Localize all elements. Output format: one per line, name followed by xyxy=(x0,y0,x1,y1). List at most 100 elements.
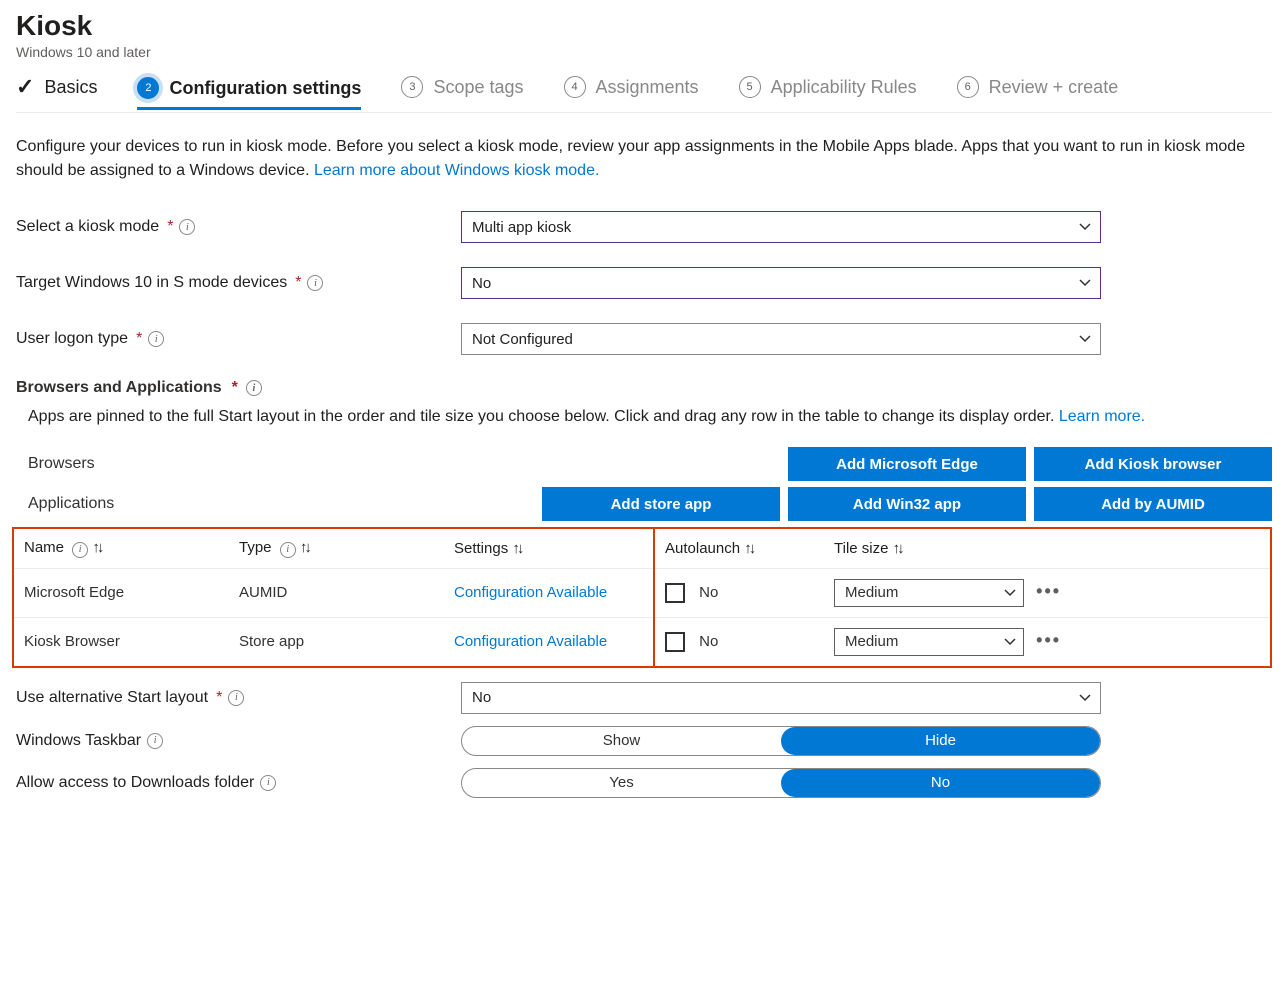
sort-arrows-icon[interactable]: ↑↓ xyxy=(893,540,902,557)
sort-arrows-icon[interactable]: ↑↓ xyxy=(512,540,521,557)
downloads-option-yes[interactable]: Yes xyxy=(462,769,781,797)
select-value: Not Configured xyxy=(472,331,573,348)
label-text: Select a kiosk mode xyxy=(16,218,159,236)
wizard-step-label: Basics xyxy=(44,77,97,98)
info-icon[interactable]: i xyxy=(307,275,323,291)
chevron-down-icon xyxy=(1078,220,1092,234)
chevron-down-icon xyxy=(1003,586,1017,600)
add-win32-app-button[interactable]: Add Win32 app xyxy=(788,487,1026,521)
select-value: No xyxy=(472,689,491,706)
note-text: Apps are pinned to the full Start layout… xyxy=(28,408,1059,425)
add-edge-button[interactable]: Add Microsoft Edge xyxy=(788,447,1026,481)
info-icon[interactable]: i xyxy=(72,542,88,558)
downloads-toggle[interactable]: Yes No xyxy=(461,768,1101,798)
kiosk-mode-select[interactable]: Multi app kiosk xyxy=(461,211,1101,243)
taskbar-toggle[interactable]: Show Hide xyxy=(461,726,1101,756)
col-label: Tile size xyxy=(834,540,888,557)
row-overflow-menu[interactable]: ••• xyxy=(1036,581,1061,602)
wizard-step-assignments[interactable]: 4 Assignments xyxy=(564,76,699,106)
wizard-step-label: Applicability Rules xyxy=(771,77,917,98)
downloads-option-no[interactable]: No xyxy=(781,769,1100,797)
wizard-step-basics[interactable]: ✓ Basics xyxy=(16,74,97,108)
col-tilesize[interactable]: Tile size ↑↓ xyxy=(824,529,1270,568)
browsers-row-label: Browsers xyxy=(16,455,354,473)
step-number-icon: 2 xyxy=(137,77,159,99)
chevron-down-icon xyxy=(1078,691,1092,705)
col-label: Type xyxy=(239,539,272,556)
step-number-icon: 4 xyxy=(564,76,586,98)
apps-table-highlight: Name i ↑↓ Type i ↑↓ Settings ↑↓ Autolaun… xyxy=(12,527,1272,668)
table-row[interactable]: Microsoft Edge AUMID Configuration Avail… xyxy=(14,568,1270,617)
downloads-label: Allow access to Downloads folder i xyxy=(16,774,461,792)
config-available-link[interactable]: Configuration Available xyxy=(454,633,607,650)
wizard-step-review[interactable]: 6 Review + create xyxy=(957,76,1119,106)
select-value: Medium xyxy=(845,584,898,601)
wizard-step-label: Configuration settings xyxy=(169,78,361,99)
config-available-link[interactable]: Configuration Available xyxy=(454,584,607,601)
select-value: Medium xyxy=(845,633,898,650)
label-text: Target Windows 10 in S mode devices xyxy=(16,274,287,292)
section-title-text: Browsers and Applications xyxy=(16,379,222,397)
applications-row-label: Applications xyxy=(16,495,354,513)
intro-learn-more-link[interactable]: Learn more about Windows kiosk mode. xyxy=(314,162,599,179)
tile-size-select[interactable]: Medium xyxy=(834,579,1024,607)
label-text: Allow access to Downloads folder xyxy=(16,774,254,792)
sort-arrows-icon[interactable]: ↑↓ xyxy=(300,539,309,556)
label-text: User logon type xyxy=(16,330,128,348)
wizard-steps: ✓ Basics 2 Configuration settings 3 Scop… xyxy=(16,74,1272,113)
add-kiosk-browser-button[interactable]: Add Kiosk browser xyxy=(1034,447,1272,481)
wizard-step-config[interactable]: 2 Configuration settings xyxy=(137,77,361,110)
autolaunch-checkbox[interactable] xyxy=(665,583,685,603)
autolaunch-label: No xyxy=(699,583,718,600)
col-settings[interactable]: Settings ↑↓ xyxy=(444,529,654,568)
cell-name: Kiosk Browser xyxy=(14,617,229,666)
wizard-step-applicability[interactable]: 5 Applicability Rules xyxy=(739,76,917,106)
taskbar-option-hide[interactable]: Hide xyxy=(781,727,1100,755)
cell-type: Store app xyxy=(229,617,444,666)
select-value: Multi app kiosk xyxy=(472,219,571,236)
info-icon[interactable]: i xyxy=(148,331,164,347)
info-icon[interactable]: i xyxy=(179,219,195,235)
col-label: Name xyxy=(24,539,64,556)
table-row[interactable]: Kiosk Browser Store app Configuration Av… xyxy=(14,617,1270,666)
wizard-step-scope[interactable]: 3 Scope tags xyxy=(401,76,523,106)
col-autolaunch[interactable]: Autolaunch ↑↓ xyxy=(654,529,824,568)
autolaunch-checkbox[interactable] xyxy=(665,632,685,652)
info-icon[interactable]: i xyxy=(246,380,262,396)
browsers-apps-heading: Browsers and Applications* i xyxy=(16,379,1272,397)
apps-table: Name i ↑↓ Type i ↑↓ Settings ↑↓ Autolaun… xyxy=(14,529,1270,666)
wizard-step-label: Review + create xyxy=(989,77,1119,98)
page-title: Kiosk xyxy=(16,10,1272,42)
smode-label: Target Windows 10 in S mode devices* i xyxy=(16,274,461,292)
cell-type: AUMID xyxy=(229,568,444,617)
col-name[interactable]: Name i ↑↓ xyxy=(14,529,229,568)
step-number-icon: 6 xyxy=(957,76,979,98)
tile-size-select[interactable]: Medium xyxy=(834,628,1024,656)
select-value: No xyxy=(472,275,491,292)
taskbar-label: Windows Taskbar i xyxy=(16,732,461,750)
intro-body: Configure your devices to run in kiosk m… xyxy=(16,138,1245,179)
logon-select[interactable]: Not Configured xyxy=(461,323,1101,355)
smode-select[interactable]: No xyxy=(461,267,1101,299)
logon-label: User logon type* i xyxy=(16,330,461,348)
chevron-down-icon xyxy=(1078,332,1092,346)
step-number-icon: 3 xyxy=(401,76,423,98)
chevron-down-icon xyxy=(1078,276,1092,290)
label-text: Use alternative Start layout xyxy=(16,689,208,707)
learn-more-link[interactable]: Learn more. xyxy=(1059,408,1145,425)
info-icon[interactable]: i xyxy=(280,542,296,558)
step-number-icon: 5 xyxy=(739,76,761,98)
info-icon[interactable]: i xyxy=(147,733,163,749)
taskbar-option-show[interactable]: Show xyxy=(462,727,781,755)
sort-arrows-icon[interactable]: ↑↓ xyxy=(92,539,101,556)
col-type[interactable]: Type i ↑↓ xyxy=(229,529,444,568)
add-aumid-button[interactable]: Add by AUMID xyxy=(1034,487,1272,521)
row-overflow-menu[interactable]: ••• xyxy=(1036,630,1061,651)
add-store-app-button[interactable]: Add store app xyxy=(542,487,780,521)
wizard-step-label: Assignments xyxy=(596,77,699,98)
info-icon[interactable]: i xyxy=(260,775,276,791)
info-icon[interactable]: i xyxy=(228,690,244,706)
sort-arrows-icon[interactable]: ↑↓ xyxy=(744,540,753,557)
intro-text: Configure your devices to run in kiosk m… xyxy=(16,135,1272,183)
alt-layout-select[interactable]: No xyxy=(461,682,1101,714)
